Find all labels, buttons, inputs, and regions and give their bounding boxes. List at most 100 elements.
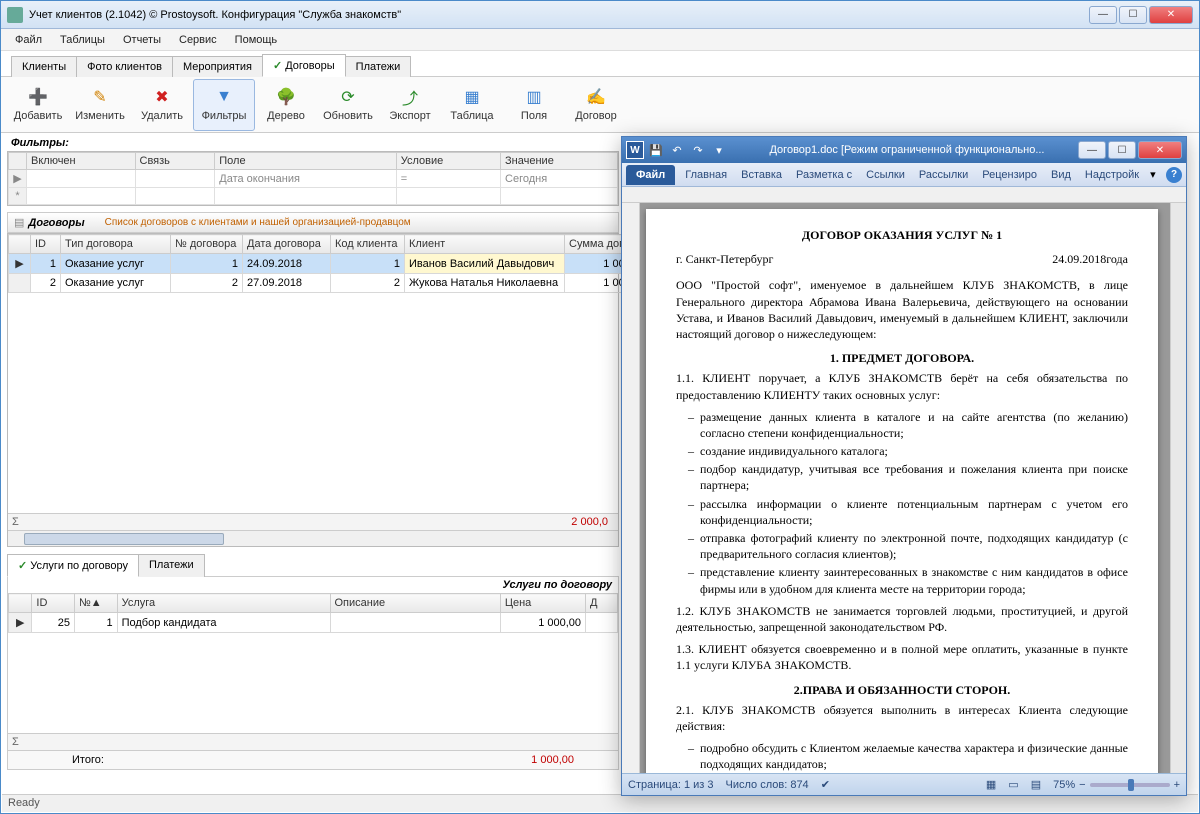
minimize-button[interactable]: — (1089, 6, 1117, 24)
zoom-slider[interactable] (1090, 783, 1170, 787)
ribbon-tab-0[interactable]: Главная (678, 165, 734, 185)
total-label: Итого: (72, 754, 104, 766)
close-button[interactable]: ✕ (1149, 6, 1193, 24)
main-tab-3[interactable]: ✓Договоры (262, 54, 346, 77)
menu-tables[interactable]: Таблицы (52, 31, 113, 49)
word-v-ruler[interactable] (622, 203, 640, 773)
word-document[interactable]: ДОГОВОР ОКАЗАНИЯ УСЛУГ № 1 г. Санкт-Пете… (646, 209, 1158, 773)
zoom-out-icon[interactable]: − (1079, 779, 1085, 791)
menu-service[interactable]: Сервис (171, 31, 225, 49)
toolbar: ➕Добавить✎Изменить✖Удалить▼Фильтры🌳Дерев… (1, 77, 1199, 133)
tool-экспорт[interactable]: ⤴Экспорт (379, 79, 441, 131)
filters-grid[interactable]: ВключенСвязьПолеУсловиеЗначение ▶Дата ок… (7, 151, 619, 206)
zoom-control[interactable]: 75% − + (1053, 779, 1180, 791)
tool-таблица[interactable]: ▦Таблица (441, 79, 503, 131)
check-icon: ✓ (273, 60, 282, 72)
menu-file[interactable]: Файл (7, 31, 50, 49)
contracts-title: Договоры (28, 217, 84, 229)
table-row[interactable]: 2Оказание услуг227.09.20182Жукова Наталь… (9, 274, 645, 293)
doc-list2: подробно обсудить с Клиентом желаемые ка… (700, 740, 1128, 773)
поля-icon: ▥ (524, 87, 544, 107)
services-panel: Услуги по договору ID№▲УслугаОписаниеЦен… (7, 577, 619, 770)
main-tab-4[interactable]: Платежи (345, 56, 412, 77)
word-h-ruler[interactable] (622, 187, 1186, 203)
maximize-button[interactable]: ☐ (1119, 6, 1147, 24)
main-tab-2[interactable]: Мероприятия (172, 56, 263, 77)
filters-label: Фильтры: (7, 135, 619, 151)
services-title: Услуги по договору (8, 577, 618, 593)
дерево-icon: 🌳 (276, 87, 296, 107)
ribbon-tab-7[interactable]: Надстройк (1078, 165, 1146, 185)
word-v-scrollbar[interactable] (1170, 203, 1186, 773)
word-page-status[interactable]: Страница: 1 из 3 (628, 779, 714, 791)
zoom-value: 75% (1053, 779, 1075, 791)
view-read-icon[interactable]: ▭ (1008, 778, 1018, 791)
main-tab-0[interactable]: Клиенты (11, 56, 77, 77)
app-icon (7, 7, 23, 23)
zoom-in-icon[interactable]: + (1174, 779, 1180, 791)
word-ribbon: Файл ГлавнаяВставкаРазметка сСсылкиРассы… (622, 163, 1186, 187)
menu-reports[interactable]: Отчеты (115, 31, 169, 49)
contracts-grid[interactable]: IDТип договора№ договораДата договораКод… (7, 233, 619, 547)
table-row[interactable]: ▶1Оказание услуг124.09.20181Иванов Васил… (9, 254, 645, 274)
tool-фильтры[interactable]: ▼Фильтры (193, 79, 255, 131)
word-window[interactable]: W 💾 ↶ ↷ ▾ Договор1.doc [Режим ограниченн… (621, 136, 1187, 796)
sub-tab-0[interactable]: ✓Услуги по договору (7, 554, 139, 577)
menu-help[interactable]: Помощь (227, 31, 286, 49)
table-row[interactable]: ▶251Подбор кандидата1 000,00 (9, 613, 618, 633)
doc-h2: 1. ПРЕДМЕТ ДОГОВОРА. (676, 350, 1128, 366)
spell-check-icon[interactable]: ✔ (821, 778, 830, 791)
ribbon-tab-4[interactable]: Рассылки (912, 165, 975, 185)
фильтры-icon: ▼ (214, 87, 234, 107)
tool-договор[interactable]: ✍Договор (565, 79, 627, 131)
doc-intro: ООО "Простой софт", именуемое в дальнейш… (676, 277, 1128, 342)
tool-поля[interactable]: ▥Поля (503, 79, 565, 131)
view-web-icon[interactable]: ▤ (1031, 778, 1041, 791)
main-tab-1[interactable]: Фото клиентов (76, 56, 173, 77)
word-minimize-button[interactable]: — (1078, 141, 1106, 159)
изменить-icon: ✎ (90, 87, 110, 107)
таблица-icon: ▦ (462, 87, 482, 107)
ribbon-tab-1[interactable]: Вставка (734, 165, 789, 185)
word-close-button[interactable]: ✕ (1138, 141, 1182, 159)
word-statusbar: Страница: 1 из 3 Число слов: 874 ✔ ▦ ▭ ▤… (622, 773, 1186, 795)
sub-tabbar: ✓Услуги по договоруПлатежи (7, 553, 619, 577)
tool-удалить[interactable]: ✖Удалить (131, 79, 193, 131)
word-app-icon[interactable]: W (626, 141, 644, 159)
ribbon-file[interactable]: Файл (626, 165, 675, 185)
doc-p13: 1.3. КЛИЕНТ обязуется своевременно и в п… (676, 641, 1128, 673)
view-print-icon[interactable]: ▦ (986, 778, 996, 791)
ribbon-tab-6[interactable]: Вид (1044, 165, 1078, 185)
services-total-row: Итого: 1 000,00 (8, 750, 618, 769)
ribbon-tab-5[interactable]: Рецензиро (975, 165, 1044, 185)
h-scrollbar[interactable] (8, 530, 618, 546)
word-titlebar[interactable]: W 💾 ↶ ↷ ▾ Договор1.doc [Режим ограниченн… (622, 137, 1186, 163)
redo-icon[interactable]: ↷ (689, 141, 707, 159)
tool-изменить[interactable]: ✎Изменить (69, 79, 131, 131)
doc-list1: размещение данных клиента в каталоге и н… (700, 409, 1128, 597)
ribbon-tab-3[interactable]: Ссылки (859, 165, 912, 185)
save-icon[interactable]: 💾 (647, 141, 665, 159)
undo-icon[interactable]: ↶ (668, 141, 686, 159)
doc-h3: 2.ПРАВА И ОБЯЗАННОСТИ СТОРОН. (676, 682, 1128, 698)
ribbon-tab-2[interactable]: Разметка с (789, 165, 859, 185)
sub-tab-1[interactable]: Платежи (138, 554, 205, 577)
tool-добавить[interactable]: ➕Добавить (7, 79, 69, 131)
word-page-area[interactable]: ДОГОВОР ОКАЗАНИЯ УСЛУГ № 1 г. Санкт-Пете… (640, 203, 1170, 773)
doc-p12: 1.2. КЛУБ ЗНАКОМСТВ не занимается торгов… (676, 603, 1128, 635)
doc-date: 24.09.2018года (1052, 251, 1128, 267)
help-icon[interactable]: ? (1166, 167, 1182, 183)
word-word-count[interactable]: Число слов: 874 (726, 779, 809, 791)
doc-city: г. Санкт-Петербург (676, 251, 773, 267)
menubar: Файл Таблицы Отчеты Сервис Помощь (1, 29, 1199, 51)
ribbon-more-icon[interactable]: ▾ (1146, 168, 1160, 181)
word-maximize-button[interactable]: ☐ (1108, 141, 1136, 159)
tool-обновить[interactable]: ⟳Обновить (317, 79, 379, 131)
check-icon: ✓ (18, 560, 27, 572)
contracts-sum-row: Σ 2 000,0 (8, 513, 618, 530)
titlebar[interactable]: Учет клиентов (2.1042) © Prostoysoft. Ко… (1, 1, 1199, 29)
qat-dropdown-icon[interactable]: ▾ (710, 141, 728, 159)
tool-дерево[interactable]: 🌳Дерево (255, 79, 317, 131)
statusbar: Ready (2, 794, 1198, 812)
total-value: 1 000,00 (531, 754, 614, 766)
